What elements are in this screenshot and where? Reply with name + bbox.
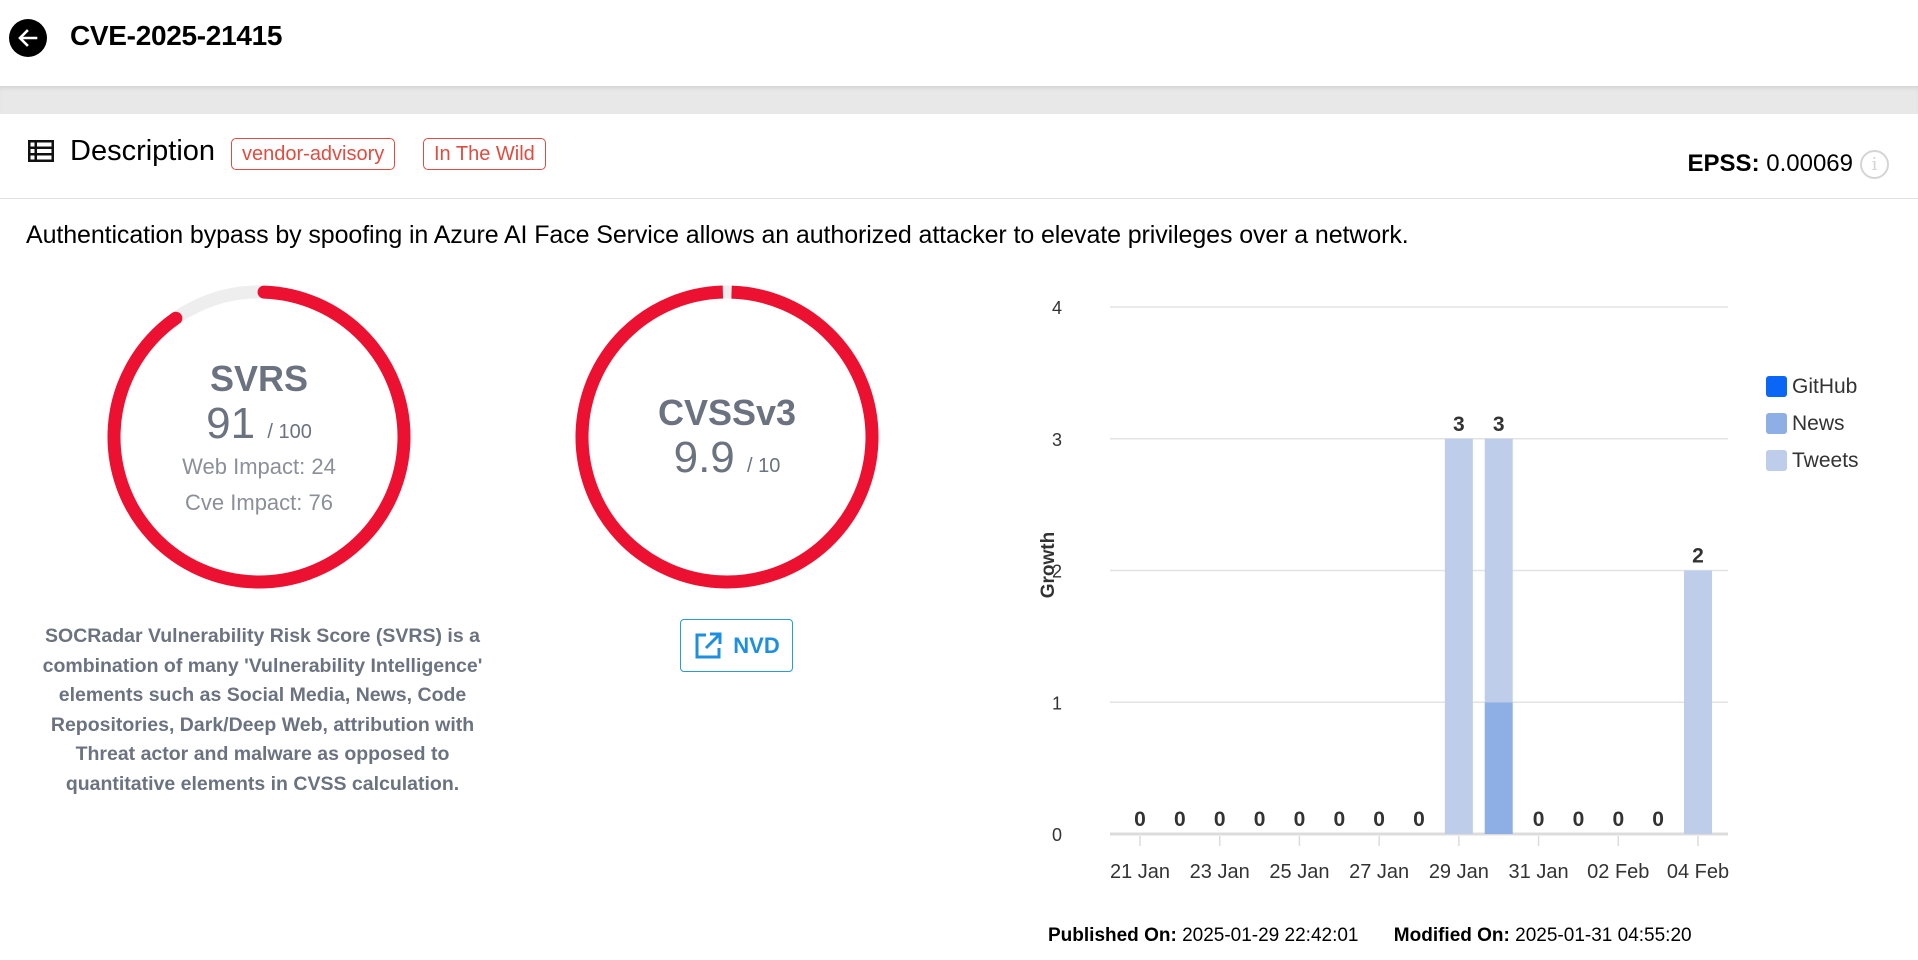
bar-total-label: 0 bbox=[1373, 808, 1385, 831]
bar-total-label: 0 bbox=[1652, 808, 1664, 831]
epss-value: 0.00069 bbox=[1766, 150, 1853, 177]
bar-total-label: 0 bbox=[1533, 808, 1545, 831]
y-axis-label: Growth bbox=[1038, 532, 1059, 599]
cvss-gauge: CVSSv3 9.9 / 10 bbox=[572, 282, 882, 592]
svrs-explanation: SOCRadar Vulnerability Risk Score (SVRS)… bbox=[42, 625, 483, 795]
modified-label: Modified On: bbox=[1393, 925, 1510, 946]
bar-total-label: 0 bbox=[1254, 808, 1266, 831]
bar-total-label: 0 bbox=[1174, 808, 1186, 831]
list-icon bbox=[28, 140, 54, 162]
svrs-score-value: 91 bbox=[206, 398, 256, 448]
legend-item-tweets[interactable]: Tweets bbox=[1766, 442, 1859, 479]
published-value: 2025-01-29 22:42:01 bbox=[1182, 925, 1359, 946]
x-tick-label: 23 Jan bbox=[1190, 861, 1250, 883]
svrs-cve-impact: Cve Impact: 76 bbox=[185, 490, 333, 516]
bar-total-label: 0 bbox=[1413, 808, 1425, 831]
legend-item-github[interactable]: GitHub bbox=[1766, 368, 1859, 405]
legend-label-news: News bbox=[1792, 411, 1845, 435]
x-tick-label: 31 Jan bbox=[1509, 861, 1569, 883]
bar-total-label: 0 bbox=[1333, 808, 1345, 831]
svrs-web-impact: Web Impact: 24 bbox=[182, 454, 336, 480]
svrs-label: SVRS bbox=[209, 357, 309, 399]
epss-label: EPSS: bbox=[1687, 150, 1760, 177]
cvss-score: 9.9 / 10 bbox=[673, 432, 781, 482]
cvss-score-value: 9.9 bbox=[673, 432, 735, 482]
published-label: Published On: bbox=[1048, 925, 1177, 946]
x-tick-label: 02 Feb bbox=[1587, 861, 1649, 883]
chart-legend: GitHub News Tweets bbox=[1766, 368, 1859, 479]
description-text: Authentication bypass by spoofing in Azu… bbox=[26, 221, 1409, 249]
tag-in-the-wild: In The Wild bbox=[423, 138, 546, 170]
legend-swatch-github bbox=[1766, 376, 1787, 397]
external-link-icon bbox=[695, 632, 722, 658]
publication-dates: Published On: 2025-01-29 22:42:01 Modifi… bbox=[1048, 925, 1692, 947]
back-button[interactable] bbox=[9, 19, 47, 57]
bar-news bbox=[1484, 702, 1513, 834]
x-tick-label: 04 Feb bbox=[1667, 861, 1729, 883]
legend-swatch-tweets bbox=[1766, 450, 1787, 471]
y-tick-label: 1 bbox=[1052, 693, 1062, 713]
modified-value: 2025-01-31 04:55:20 bbox=[1515, 925, 1692, 946]
header-divider-band bbox=[0, 86, 1918, 114]
svrs-score-max: / 100 bbox=[267, 420, 312, 443]
svrs-gauge: SVRS 91 / 100 Web Impact: 24 Cve Impact:… bbox=[104, 282, 414, 592]
y-tick-label: 3 bbox=[1052, 430, 1062, 450]
bar-tweets bbox=[1684, 570, 1712, 834]
info-icon[interactable]: i bbox=[1860, 150, 1889, 179]
x-tick-label: 21 Jan bbox=[1110, 861, 1170, 883]
bar-total-label: 0 bbox=[1214, 808, 1226, 831]
page-title: CVE-2025-21415 bbox=[70, 20, 283, 51]
legend-item-news[interactable]: News bbox=[1766, 405, 1859, 442]
description-title: Description bbox=[70, 135, 216, 167]
y-tick-label: 4 bbox=[1052, 298, 1062, 318]
top-bar: CVE-2025-21415 bbox=[0, 0, 1918, 86]
bar-total-label: 3 bbox=[1453, 413, 1465, 436]
y-tick-label: 0 bbox=[1052, 825, 1062, 845]
arrow-left-icon bbox=[18, 29, 38, 47]
nvd-label: NVD bbox=[733, 632, 780, 658]
x-tick-label: 25 Jan bbox=[1269, 861, 1329, 883]
bar-total-label: 0 bbox=[1573, 808, 1585, 831]
legend-swatch-news bbox=[1766, 413, 1787, 434]
epss-score: EPSS: 0.00069 bbox=[1688, 150, 1853, 178]
cvss-score-max: / 10 bbox=[747, 454, 781, 477]
bar-total-label: 0 bbox=[1612, 808, 1624, 831]
legend-label-github: GitHub bbox=[1792, 374, 1858, 398]
cvss-label: CVSSv3 bbox=[657, 391, 797, 433]
x-tick-label: 27 Jan bbox=[1349, 861, 1409, 883]
bar-total-label: 2 bbox=[1692, 545, 1704, 568]
nvd-link-button[interactable]: NVD bbox=[680, 619, 793, 672]
growth-chart: 01234Growth0 0 0 0 0 0 0 03 30 0 0 0221 Jan 23 Jan 25… bbox=[1038, 298, 1729, 883]
bar-total-label: 3 bbox=[1493, 413, 1505, 436]
x-tick-label: 29 Jan bbox=[1429, 861, 1489, 883]
bar-total-label: 0 bbox=[1134, 808, 1146, 831]
bar-tweets bbox=[1444, 438, 1473, 834]
svrs-score: 91 / 100 bbox=[206, 398, 312, 448]
tag-vendor-advisory: vendor-advisory bbox=[231, 138, 396, 170]
legend-label-tweets: Tweets bbox=[1792, 448, 1859, 472]
bar-total-label: 0 bbox=[1294, 808, 1306, 831]
bar-tweets bbox=[1484, 438, 1513, 703]
